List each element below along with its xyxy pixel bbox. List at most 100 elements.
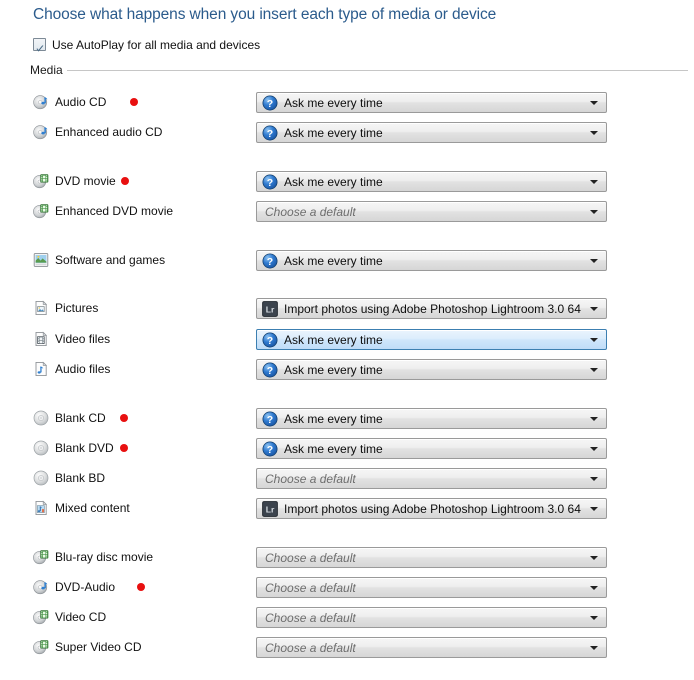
media-action-dropdown[interactable]: Choose a default: [256, 637, 607, 658]
dvd-movie-icon: [33, 203, 49, 219]
svg-text:?: ?: [267, 443, 273, 455]
dropdown-selected-value: Choose a default: [265, 204, 356, 219]
chevron-down-icon[interactable]: [585, 209, 603, 214]
media-row: Enhanced DVD movie Choose a default: [0, 199, 694, 223]
question-mark-icon: ?: [262, 411, 278, 427]
dropdown-selected-value: Ask me every time: [284, 95, 383, 110]
dropdown-selected-value: Ask me every time: [284, 332, 383, 347]
dropdown-selected-value: Ask me every time: [284, 441, 383, 456]
question-mark-icon: ?: [262, 174, 278, 190]
media-row-label-group: Enhanced audio CD: [33, 120, 162, 144]
media-row-label-group: Software and games: [33, 248, 165, 272]
media-row: Audio files ? Ask me every time: [0, 357, 694, 381]
dvd-audio-icon: [33, 579, 49, 595]
media-row-label-group: Blank CD: [33, 406, 106, 430]
dropdown-selected-value: Ask me every time: [284, 174, 383, 189]
chevron-down-icon[interactable]: [585, 476, 603, 481]
media-row-label-group: Blu-ray disc movie: [33, 545, 153, 569]
dropdown-selected-value: Choose a default: [265, 640, 356, 655]
chevron-down-icon[interactable]: [585, 130, 603, 135]
chevron-down-icon[interactable]: [585, 585, 603, 590]
media-action-dropdown[interactable]: ? Ask me every time: [256, 92, 607, 113]
chevron-down-icon[interactable]: [585, 615, 603, 620]
media-row: Enhanced audio CD ? Ask me every time: [0, 120, 694, 144]
media-row-label-group: Audio CD: [33, 90, 106, 114]
media-group-header: Media: [30, 63, 688, 77]
question-mark-icon: ?: [262, 95, 278, 111]
media-action-dropdown[interactable]: ? Ask me every time: [256, 171, 607, 192]
media-row: Video CD Choose a default: [0, 605, 694, 629]
media-row-label-group: Pictures: [33, 296, 98, 320]
page-title: Choose what happens when you insert each…: [33, 6, 497, 23]
media-row-label-group: Enhanced DVD movie: [33, 199, 173, 223]
chevron-down-icon[interactable]: [585, 258, 603, 263]
chevron-down-icon[interactable]: [585, 179, 603, 184]
chevron-down-icon[interactable]: [585, 645, 603, 650]
group-divider: [66, 69, 688, 71]
chevron-down-icon[interactable]: [585, 367, 603, 372]
svg-text:?: ?: [267, 176, 273, 188]
chevron-down-icon[interactable]: [585, 416, 603, 421]
media-row: Video files ? Ask me every time: [0, 327, 694, 351]
dropdown-selected-value: Choose a default: [265, 610, 356, 625]
media-row-label-group: Super Video CD: [33, 635, 142, 659]
dropdown-selected-value: Choose a default: [265, 550, 356, 565]
use-autoplay-checkbox[interactable]: [33, 38, 46, 52]
media-type-label: Software and games: [55, 253, 166, 267]
svg-text:Lr: Lr: [266, 504, 275, 514]
media-type-label: Blank CD: [55, 411, 106, 425]
question-mark-icon: ?: [262, 441, 278, 457]
media-type-label: Audio files: [55, 362, 111, 376]
pictures-file-icon: [33, 300, 49, 316]
media-row-label-group: DVD-Audio: [33, 575, 115, 599]
media-action-dropdown[interactable]: ? Ask me every time: [256, 122, 607, 143]
red-dot-marker: [120, 444, 128, 452]
checkmark-icon: [36, 40, 44, 52]
svg-text:?: ?: [267, 364, 273, 376]
dropdown-selected-value: Choose a default: [265, 471, 356, 486]
media-action-dropdown[interactable]: ? Ask me every time: [256, 250, 607, 271]
question-mark-icon: ?: [262, 332, 278, 348]
media-action-dropdown[interactable]: Choose a default: [256, 468, 607, 489]
media-row: Blu-ray disc movie Choose a default: [0, 545, 694, 569]
media-row-label-group: DVD movie: [33, 169, 116, 193]
chevron-down-icon[interactable]: [585, 306, 603, 311]
media-type-label: Enhanced audio CD: [55, 125, 163, 139]
media-action-dropdown[interactable]: Choose a default: [256, 201, 607, 222]
media-type-label: Enhanced DVD movie: [55, 204, 174, 218]
media-group-label: Media: [30, 63, 63, 77]
audio-file-icon: [33, 361, 49, 377]
svg-text:?: ?: [267, 97, 273, 109]
media-action-dropdown[interactable]: Choose a default: [256, 547, 607, 568]
media-row: DVD-Audio Choose a default: [0, 575, 694, 599]
use-autoplay-checkbox-row[interactable]: Use AutoPlay for all media and devices: [33, 36, 260, 53]
media-type-label: Audio CD: [55, 95, 107, 109]
media-action-dropdown[interactable]: Choose a default: [256, 607, 607, 628]
media-type-label: Pictures: [55, 301, 99, 315]
chevron-down-icon[interactable]: [585, 555, 603, 560]
chevron-down-icon[interactable]: [585, 446, 603, 451]
chevron-down-icon[interactable]: [585, 337, 603, 342]
media-action-dropdown[interactable]: Lr Import photos using Adobe Photoshop L…: [256, 498, 607, 519]
media-type-label: DVD-Audio: [55, 580, 116, 594]
media-action-dropdown[interactable]: Choose a default: [256, 577, 607, 598]
chevron-down-icon[interactable]: [585, 100, 603, 105]
media-row: Pictures Lr Import photos using Adobe Ph…: [0, 296, 694, 320]
video-cd-icon: [33, 609, 49, 625]
media-action-dropdown[interactable]: ? Ask me every time: [256, 359, 607, 380]
blank-bd-icon: [33, 470, 49, 486]
media-row-label-group: Video files: [33, 327, 110, 351]
media-action-dropdown[interactable]: ? Ask me every time: [256, 438, 607, 459]
media-row-label-group: Audio files: [33, 357, 110, 381]
media-action-dropdown[interactable]: Lr Import photos using Adobe Photoshop L…: [256, 298, 607, 319]
video-file-icon: [33, 331, 49, 347]
media-type-label: DVD movie: [55, 174, 116, 188]
media-action-dropdown[interactable]: ? Ask me every time: [256, 329, 607, 350]
chevron-down-icon[interactable]: [585, 506, 603, 511]
dropdown-selected-value: Ask me every time: [284, 362, 383, 377]
svg-text:?: ?: [267, 334, 273, 346]
media-type-label: Blank DVD: [55, 441, 114, 455]
media-action-dropdown[interactable]: ? Ask me every time: [256, 408, 607, 429]
media-row-label-group: Mixed content: [33, 496, 130, 520]
media-row: Audio CD ? Ask me every time: [0, 90, 694, 114]
